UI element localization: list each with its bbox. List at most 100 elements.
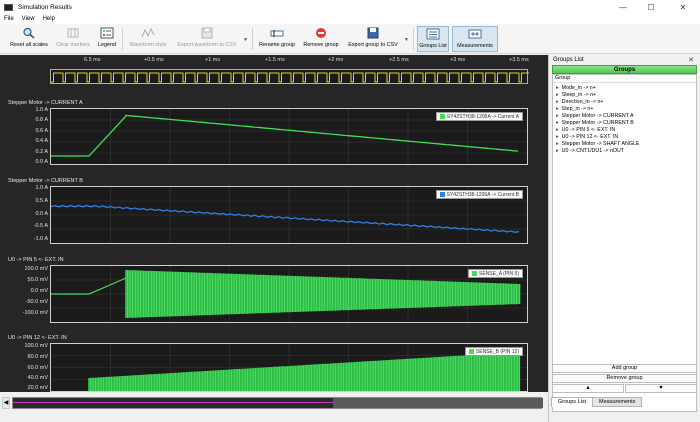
maximize-button[interactable]: ☐ xyxy=(640,0,662,14)
y-tick: -100.0 mV xyxy=(22,310,48,316)
remove-group-button[interactable]: Remove group xyxy=(552,374,697,383)
group-item[interactable]: ▸ Stepper Motor -> CURRENT B xyxy=(556,120,634,126)
panel-title: U0 -> PIN 5 <- EXT. IN xyxy=(8,257,64,263)
y-tick: 0.8 A xyxy=(35,117,48,123)
waveform-plot-area[interactable]: 6.5 ms +0.5 ms +1 ms +1.5 ms +2 ms +2.5 … xyxy=(0,55,548,392)
y-tick: 60.0 mV xyxy=(27,365,48,371)
right-panel-tabs: Groups List Measurements xyxy=(551,397,691,408)
y-tick: 1.0 A xyxy=(35,107,48,113)
minimize-button[interactable]: — xyxy=(612,0,634,14)
ruler-tick: +2.5 ms xyxy=(389,57,409,63)
clear-markers-button[interactable]: Clear markers xyxy=(53,26,93,52)
save-icon xyxy=(367,27,379,39)
ruler-tick: 6.5 ms xyxy=(84,57,101,63)
legend-swatch xyxy=(439,192,445,197)
measurements-toggle[interactable]: Measurements xyxy=(452,26,498,52)
group-item[interactable]: ▸ Sleep_in -> n+ xyxy=(556,92,596,98)
group-item[interactable]: ▸ Stepper Motor -> SHAFT ANGLE xyxy=(556,141,639,147)
title-bar: Simulation Results — ☐ ✕ xyxy=(0,0,700,14)
tab-groups-list[interactable]: Groups List xyxy=(551,397,594,407)
waveform-style-button[interactable]: Waveform style xyxy=(126,26,170,52)
group-item[interactable]: ▸ U0 -> CNT1/DU1 -> nOUT xyxy=(556,148,624,154)
expand-arrow-icon[interactable]: ▸ xyxy=(556,113,559,119)
move-up-button[interactable]: ▲ xyxy=(552,384,624,393)
y-tick: -1.0 A xyxy=(33,236,48,242)
groups-header: Groups xyxy=(552,65,697,74)
group-item[interactable]: ▸ Step_in -> n+ xyxy=(556,106,593,112)
menu-view[interactable]: View xyxy=(22,16,35,22)
group-item[interactable]: ▸ Direction_in -> n+ xyxy=(556,99,603,105)
export-waveform-button[interactable]: Export waveform to CSV xyxy=(175,26,239,52)
step-signal-track[interactable] xyxy=(50,69,529,84)
remove-icon xyxy=(316,28,326,38)
overview-track[interactable] xyxy=(12,397,543,409)
current-b-legend: SY42STH38-1206A -> Current B xyxy=(435,190,523,199)
export-group-button[interactable]: Export group to CSV xyxy=(345,26,401,52)
expand-arrow-icon[interactable]: ▸ xyxy=(556,127,559,133)
close-icon[interactable]: ✕ xyxy=(688,56,694,64)
groups-list[interactable]: Group ▸ Mode_in -> n+ ▸ Sleep_in -> n+ ▸ Di… xyxy=(552,74,697,412)
window-title: Simulation Results xyxy=(18,3,72,11)
current-b-plot[interactable]: SY42STH38-1206A -> Current B xyxy=(50,186,528,244)
scroll-thumb[interactable] xyxy=(333,398,543,408)
menu-help[interactable]: Help xyxy=(43,16,55,22)
group-item[interactable]: ▸ U0 -> PIN 5 <- EXT. IN xyxy=(556,127,615,133)
menu-bar: File View Help xyxy=(0,14,700,24)
sense-a-legend: SENSE_A (PIN 5) xyxy=(467,269,523,278)
export-group-dropdown-icon[interactable]: ▼ xyxy=(404,37,409,43)
groups-list-toggle[interactable]: Groups List xyxy=(417,26,449,52)
y-tick: 80.0 mV xyxy=(27,354,48,360)
markers-icon xyxy=(67,28,79,38)
ruler-tick: +1.5 ms xyxy=(265,57,285,63)
column-header[interactable]: Group xyxy=(553,75,696,83)
export-waveform-dropdown-icon[interactable]: ▼ xyxy=(243,37,248,43)
toolbar: Reset all scales Clear markers Legend Wa… xyxy=(0,24,700,54)
current-a-panel: Stepper Motor -> CURRENT A SY42STH38-120… xyxy=(8,100,538,165)
expand-arrow-icon[interactable]: ▸ xyxy=(556,141,559,147)
list-icon xyxy=(426,28,440,40)
sense-b-plot[interactable]: SENSE_B (PIN 12) xyxy=(50,343,528,392)
waveform-style-icon xyxy=(141,27,155,38)
tab-measurements[interactable]: Measurements xyxy=(592,397,643,407)
expand-arrow-icon[interactable]: ▸ xyxy=(556,99,559,105)
panel-title: Stepper Motor -> CURRENT B xyxy=(8,178,83,184)
legend-button[interactable]: Legend xyxy=(96,26,118,52)
y-tick: -0.5 A xyxy=(33,223,48,229)
sense-a-waveform xyxy=(51,266,527,322)
move-down-button[interactable]: ▼ xyxy=(625,384,697,393)
toolbar-separator xyxy=(122,28,123,50)
expand-arrow-icon[interactable]: ▸ xyxy=(556,120,559,126)
ruler-tick: +3.5 ms xyxy=(509,57,529,63)
rename-group-button[interactable]: Rename group xyxy=(256,26,298,52)
expand-arrow-icon[interactable]: ▸ xyxy=(556,148,559,154)
group-item[interactable]: ▸ Mode_in -> n+ xyxy=(556,85,596,91)
y-tick: 0.2 A xyxy=(35,149,48,155)
menu-file[interactable]: File xyxy=(4,16,14,22)
current-b-panel: Stepper Motor -> CURRENT B SY42STH38-120… xyxy=(8,178,538,245)
app-icon xyxy=(4,3,13,11)
sense-b-panel: U0 -> PIN 12 <- EXT. IN SENSE_B (PIN 12)… xyxy=(8,335,538,392)
expand-arrow-icon[interactable]: ▸ xyxy=(556,85,559,91)
group-item[interactable]: ▸ U0 -> PIN 12 <- EXT. IN xyxy=(556,134,618,140)
y-tick: 100.0 mV xyxy=(24,343,48,349)
ruler-tick: +3 ms xyxy=(450,57,466,63)
remove-group-button[interactable]: Remove group xyxy=(301,26,341,52)
ruler-tick: +2 ms xyxy=(328,57,344,63)
y-tick: 0.5 A xyxy=(35,198,48,204)
expand-arrow-icon[interactable]: ▸ xyxy=(556,134,559,140)
y-tick: 0.4 A xyxy=(35,138,48,144)
time-scrollbar[interactable]: ◀ xyxy=(0,392,548,414)
group-item[interactable]: ▸ Stepper Motor -> CURRENT A xyxy=(556,113,634,119)
y-tick: 0.0 A xyxy=(35,159,48,165)
expand-arrow-icon[interactable]: ▸ xyxy=(556,106,559,112)
expand-arrow-icon[interactable]: ▸ xyxy=(556,92,559,98)
save-icon xyxy=(201,27,213,39)
sense-a-plot[interactable]: SENSE_A (PIN 5) xyxy=(50,265,528,323)
y-tick: 0.6 A xyxy=(35,128,48,134)
reset-scales-button[interactable]: Reset all scales xyxy=(8,26,50,52)
close-button[interactable]: ✕ xyxy=(672,0,694,14)
legend-icon xyxy=(100,27,114,39)
add-group-button[interactable]: Add group xyxy=(552,364,697,373)
current-a-plot[interactable]: SY42STH38-1206A -> Current A xyxy=(50,108,528,165)
scroll-left-button[interactable]: ◀ xyxy=(2,397,10,409)
